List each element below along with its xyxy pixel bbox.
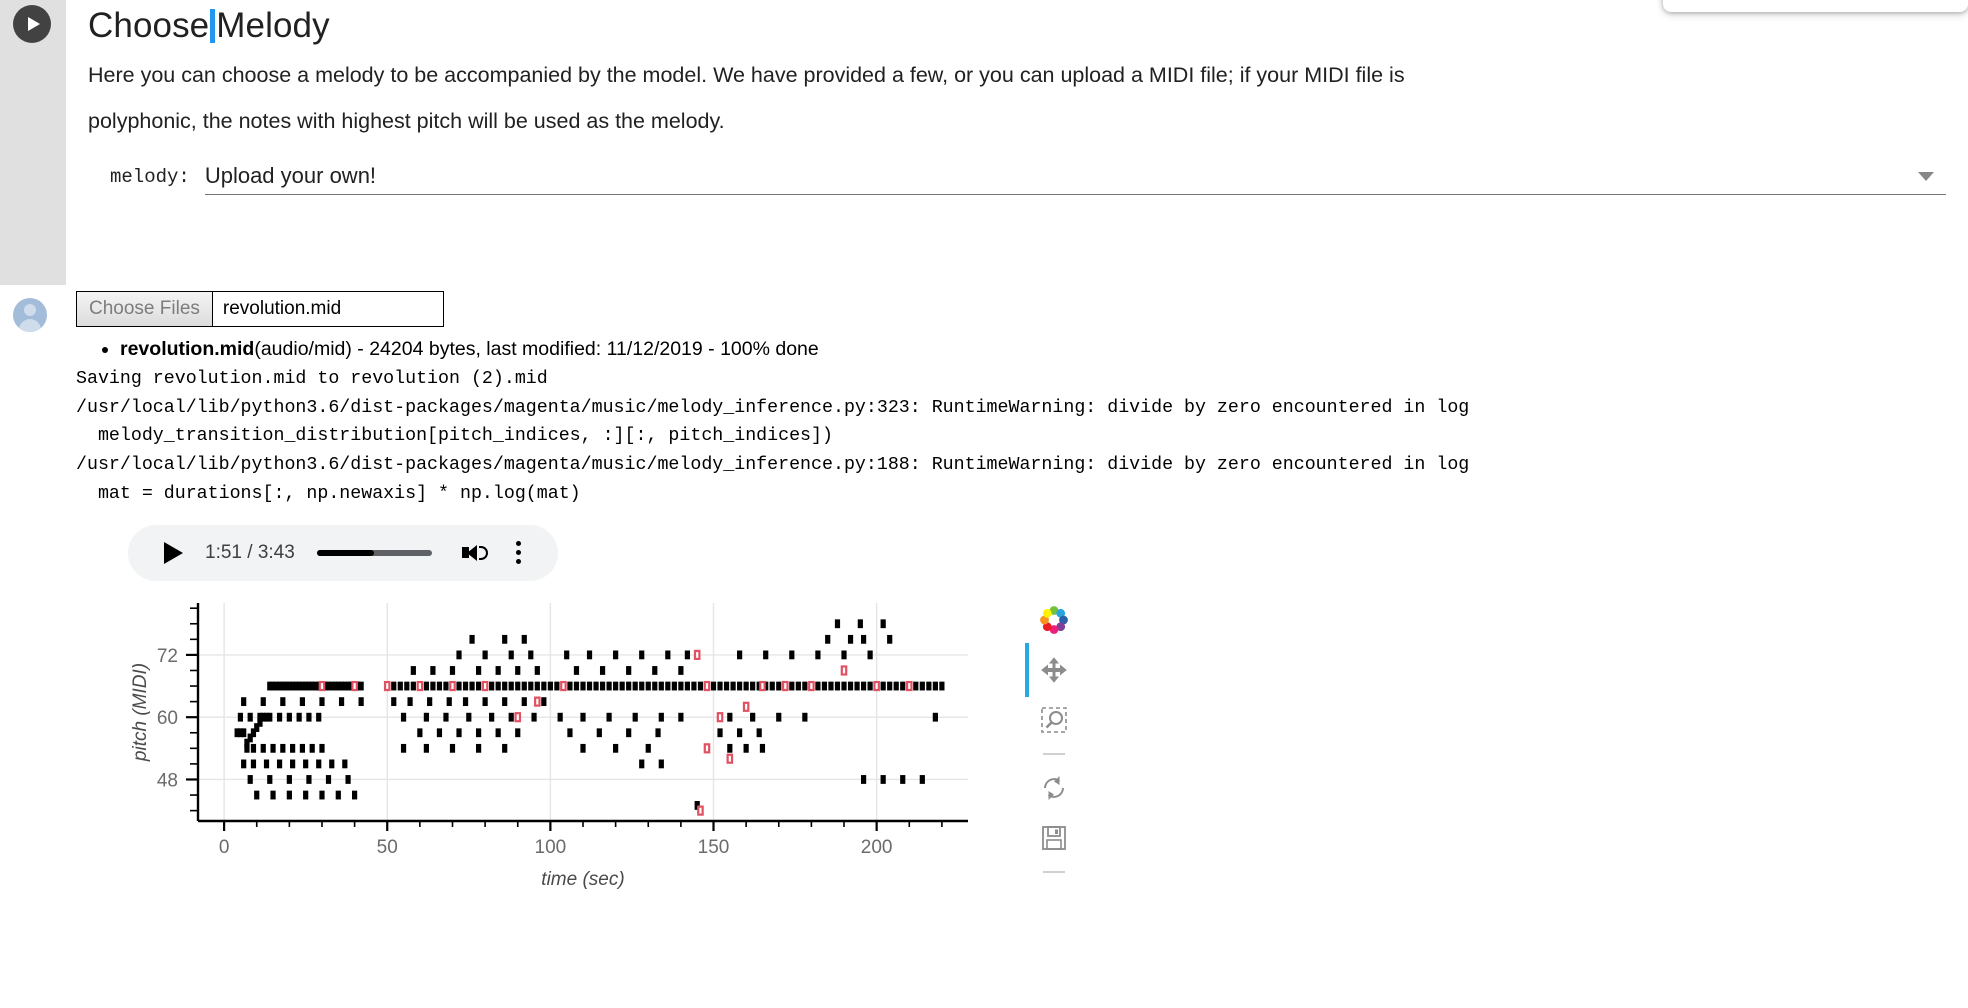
svg-text:time (sec): time (sec) <box>541 869 624 890</box>
svg-text:pitch (MIDI): pitch (MIDI) <box>130 662 151 761</box>
menu-dot <box>515 559 521 565</box>
pan-tool-icon[interactable] <box>1037 653 1071 687</box>
piano-roll-plot[interactable]: 0 50 100 150 200 48 60 72 time (sec) pitch (MIDI) <box>126 593 986 893</box>
melody-field-label: melody: <box>110 166 190 188</box>
box-zoom-tool-icon[interactable] <box>1037 703 1071 737</box>
svg-text:100: 100 <box>535 837 567 858</box>
stream-line-0: Saving revolution.mid to revolution (2).… <box>76 369 548 389</box>
svg-text:150: 150 <box>698 837 730 858</box>
melody-select-value: Upload your own! <box>204 163 377 188</box>
text-cursor <box>210 9 216 43</box>
page-title-before: Choose <box>88 6 210 45</box>
avatar-body <box>19 319 41 332</box>
svg-text:72: 72 <box>157 645 178 666</box>
output-body: Choose Files revolution.mid revolution.m… <box>66 285 1968 893</box>
description-line-1: Here you can choose a melody to be accom… <box>88 63 1405 87</box>
list-item: revolution.mid(audio/mid) - 24204 bytes,… <box>120 335 1968 363</box>
volume-cone <box>466 544 477 561</box>
svg-text:0: 0 <box>219 837 230 858</box>
melody-form-row: melody: Upload your own! <box>88 160 1946 195</box>
stream-line-2: melody_transition_distribution[pitch_ind… <box>76 426 833 447</box>
volume-wave <box>478 545 488 560</box>
svg-text:200: 200 <box>861 837 893 858</box>
svg-text:60: 60 <box>157 708 178 729</box>
menu-dot <box>515 550 521 556</box>
stream-line-1: /usr/local/lib/python3.6/dist-packages/m… <box>76 397 1470 418</box>
more-vertical-icon[interactable] <box>515 541 521 565</box>
audio-player[interactable]: 1:51 / 3:43 <box>128 524 558 581</box>
play-icon[interactable] <box>164 541 183 564</box>
notebook-output-cell: Choose Files revolution.mid revolution.m… <box>0 285 1968 1008</box>
page-title-after: Melody <box>216 6 330 45</box>
choose-files-button[interactable]: Choose Files <box>77 292 213 326</box>
run-cell-button[interactable] <box>13 5 51 43</box>
stream-line-4: mat = durations[:, np.newaxis] * np.log(… <box>76 483 581 504</box>
audio-progress-slider[interactable] <box>316 549 432 556</box>
melody-select[interactable]: Upload your own! <box>204 160 1946 195</box>
chosen-file-name: revolution.mid <box>222 298 342 319</box>
avatar-head <box>24 304 36 316</box>
play-icon <box>28 17 40 31</box>
toolbar-divider <box>1043 752 1065 755</box>
uploaded-file-name: revolution.mid <box>120 338 255 360</box>
notebook-text-cell: Choose Melody Here you can choose a melod… <box>0 0 1968 285</box>
page-title: Choose Melody <box>88 0 330 52</box>
menu-dot <box>515 541 521 547</box>
uploaded-file-list: revolution.mid(audio/mid) - 24204 bytes,… <box>66 335 1968 363</box>
file-upload-widget[interactable]: Choose Files revolution.mid <box>76 291 444 327</box>
stream-line-3: /usr/local/lib/python3.6/dist-packages/m… <box>76 455 1470 476</box>
reset-tool-icon[interactable] <box>1037 771 1071 805</box>
bokeh-logo-icon[interactable] <box>1037 603 1071 637</box>
toolbar-divider <box>1043 870 1065 873</box>
audio-progress-fill <box>316 549 375 556</box>
avatar <box>13 298 47 332</box>
output-gutter <box>0 285 66 1008</box>
svg-text:48: 48 <box>157 770 178 791</box>
svg-text:50: 50 <box>377 837 398 858</box>
markdown-body: Choose Melody Here you can choose a melod… <box>66 0 1968 195</box>
bokeh-figure: 0 50 100 150 200 48 60 72 time (sec) pitch (MIDI) <box>126 593 1068 893</box>
audio-time-display: 1:51 / 3:43 <box>205 541 295 563</box>
uploaded-file-meta: (audio/mid) - 24204 bytes, last modified… <box>254 338 819 360</box>
save-tool-icon[interactable] <box>1037 821 1071 855</box>
bokeh-toolbar <box>1031 603 1077 873</box>
chevron-down-icon <box>1918 172 1934 181</box>
volume-icon[interactable] <box>461 544 488 561</box>
active-tool-indicator <box>1025 642 1029 697</box>
description-line-2: polyphonic, the notes with highest pitch… <box>88 109 725 133</box>
